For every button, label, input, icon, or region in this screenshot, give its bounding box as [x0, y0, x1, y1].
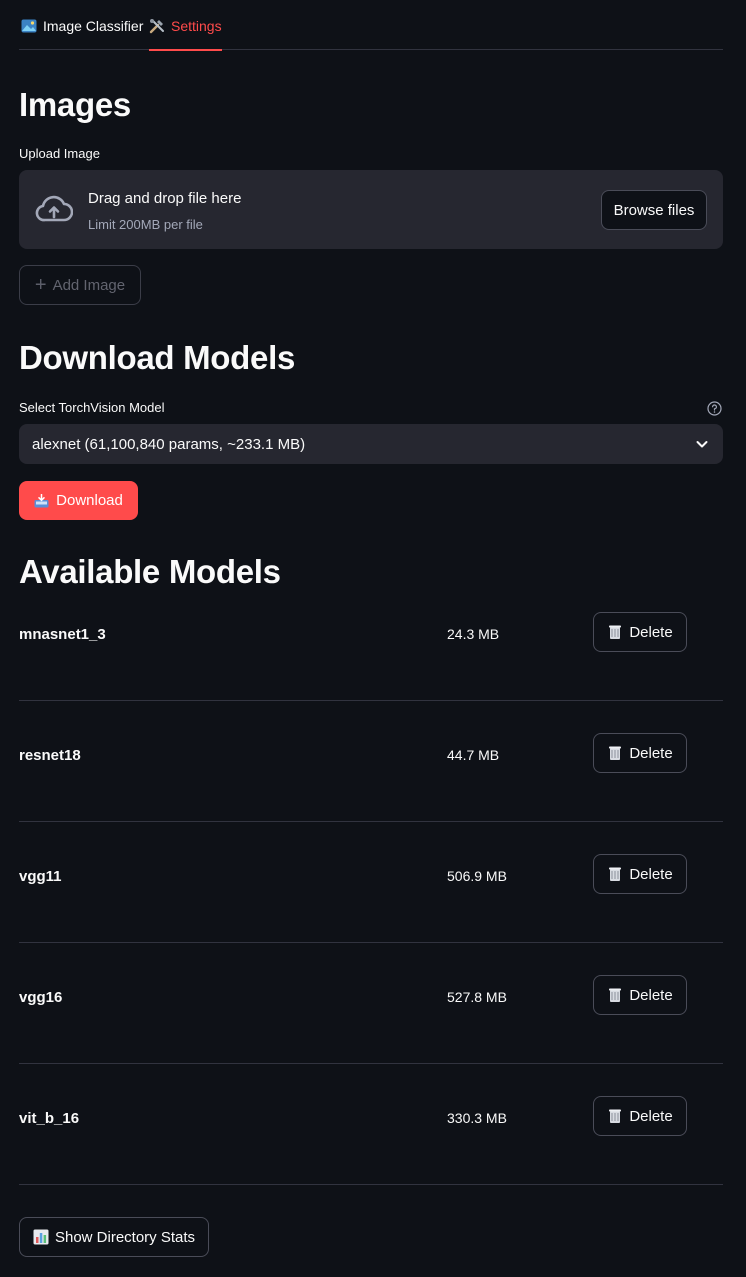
download-label: Download — [56, 492, 123, 509]
row-divider — [19, 942, 723, 943]
model-size: 24.3 MB — [447, 626, 500, 642]
model-name: vit_b_16 — [19, 1110, 80, 1127]
delete-model-button[interactable]: Delete — [593, 612, 687, 652]
row-divider — [19, 1184, 723, 1185]
delete-label: Delete — [629, 1107, 673, 1125]
download-button[interactable]: Download — [19, 481, 138, 520]
file-dropzone[interactable]: Drag and drop file here Limit 200MB per … — [19, 170, 723, 249]
add-image-button[interactable]: + Add Image — [19, 265, 141, 305]
model-row: mnasnet1_3 24.3 MB Delete — [19, 612, 723, 733]
show-directory-stats-button[interactable]: Show Directory Stats — [19, 1217, 209, 1257]
delete-label: Delete — [629, 623, 673, 641]
delete-model-button[interactable]: Delete — [593, 1096, 687, 1136]
wastebasket-icon — [609, 867, 622, 881]
delete-model-button[interactable]: Delete — [593, 733, 687, 773]
browse-files-button[interactable]: Browse files — [601, 190, 707, 230]
model-row: vit_b_16 330.3 MB Delete — [19, 1096, 723, 1217]
model-name: mnasnet1_3 — [19, 626, 106, 643]
delete-label: Delete — [629, 865, 673, 883]
model-name: vgg16 — [19, 989, 63, 1006]
stats-label: Show Directory Stats — [54, 1228, 196, 1246]
wastebasket-icon — [609, 625, 622, 639]
cloud-upload-icon — [35, 195, 73, 222]
tab-label: Image Classifier — [43, 18, 144, 34]
image-icon — [21, 19, 37, 33]
row-divider — [19, 1063, 723, 1064]
model-select-value: alexnet (61,100,840 params, ~233.1 MB) — [32, 435, 306, 453]
select-model-label: Select TorchVision Model — [19, 400, 165, 415]
model-size: 506.9 MB — [447, 868, 507, 884]
tab-image-classifier[interactable]: Image Classifier — [21, 18, 143, 50]
model-size: 527.8 MB — [447, 989, 507, 1005]
row-divider — [19, 700, 723, 701]
tab-label: Settings — [171, 18, 222, 34]
tab-bar: Image Classifier Settings — [19, 0, 723, 51]
delete-label: Delete — [629, 986, 673, 1004]
available-models-heading: Available Models — [19, 553, 281, 590]
dropzone-limit: Limit 200MB per file — [88, 217, 203, 232]
tab-settings[interactable]: Settings — [149, 18, 222, 51]
model-row: resnet18 44.7 MB Delete — [19, 733, 723, 854]
images-heading: Images — [19, 86, 131, 123]
delete-model-button[interactable]: Delete — [593, 854, 687, 894]
upload-label: Upload Image — [19, 146, 100, 161]
model-size: 330.3 MB — [447, 1110, 507, 1126]
wastebasket-icon — [609, 988, 622, 1002]
model-row: vgg16 527.8 MB Delete — [19, 975, 723, 1096]
delete-label: Delete — [629, 744, 673, 762]
model-size: 44.7 MB — [447, 747, 500, 763]
model-name: vgg11 — [19, 868, 62, 885]
model-name: resnet18 — [19, 747, 81, 764]
dropzone-instruction: Drag and drop file here — [88, 190, 242, 207]
plus-icon: + — [34, 274, 47, 296]
tools-icon — [149, 19, 164, 34]
help-icon[interactable] — [707, 401, 722, 416]
wastebasket-icon — [609, 746, 622, 760]
inbox-tray-icon — [34, 493, 49, 507]
chevron-down-icon — [696, 441, 708, 448]
bar-chart-icon — [33, 1229, 49, 1245]
wastebasket-icon — [609, 1109, 622, 1123]
delete-model-button[interactable]: Delete — [593, 975, 687, 1015]
download-models-heading: Download Models — [19, 339, 296, 376]
add-image-label: Add Image — [52, 276, 126, 294]
model-row: vgg11 506.9 MB Delete — [19, 854, 723, 975]
model-select[interactable]: alexnet (61,100,840 params, ~233.1 MB) — [19, 424, 723, 464]
row-divider — [19, 821, 723, 822]
